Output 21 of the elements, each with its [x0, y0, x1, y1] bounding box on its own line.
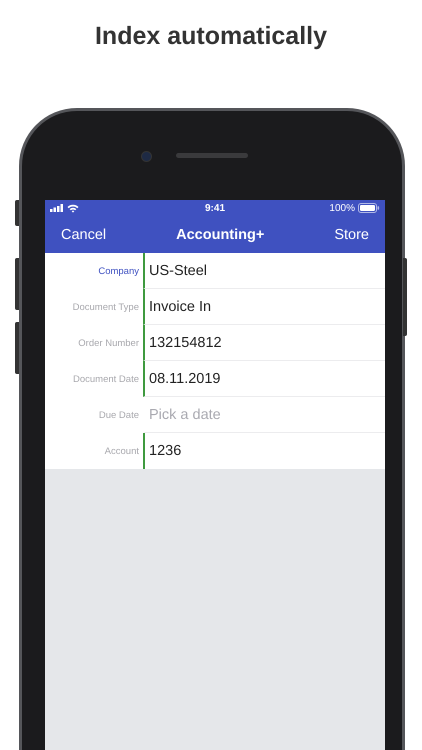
input-field[interactable]: Invoice In	[143, 289, 385, 325]
speaker-grille	[176, 153, 248, 158]
signal-icon	[50, 204, 64, 212]
input-field[interactable]: 08.11.2019	[143, 361, 385, 397]
field-label: Document Type	[72, 300, 140, 314]
store-button[interactable]: Store	[334, 226, 369, 242]
field-label: Due Date	[98, 408, 140, 422]
status-time: 9:41	[204, 202, 225, 214]
battery-icon	[358, 203, 380, 213]
headline: Index automatically	[94, 22, 328, 51]
camera-lens	[141, 151, 152, 162]
battery-percentage: 100%	[329, 202, 355, 214]
screen-title: Accounting+	[176, 226, 264, 242]
field-label: Document Date	[72, 372, 140, 386]
wifi-icon	[67, 204, 79, 212]
field-label: Order Number	[77, 336, 140, 350]
input-field[interactable]: 132154812	[143, 325, 385, 361]
field-label: Account	[104, 444, 140, 458]
input-field[interactable]: US-Steel	[143, 253, 385, 289]
cancel-button[interactable]: Cancel	[61, 226, 106, 242]
field-label: Company	[97, 264, 140, 278]
